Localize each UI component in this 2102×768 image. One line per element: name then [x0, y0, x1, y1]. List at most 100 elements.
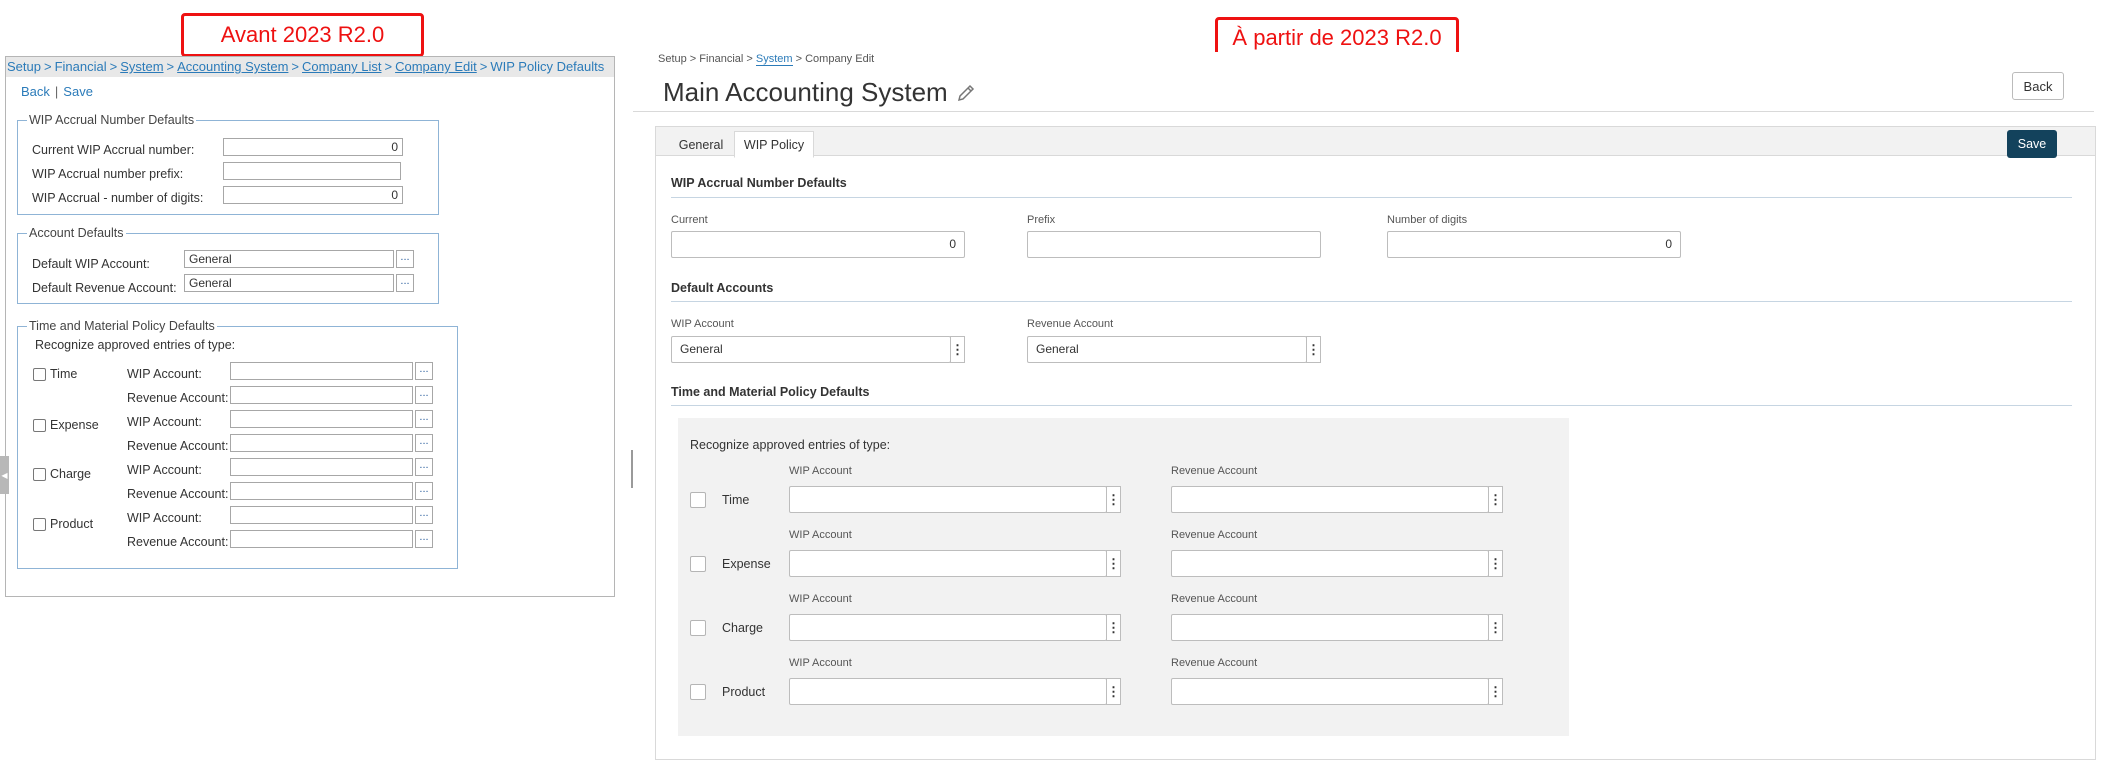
time-checkbox[interactable] [33, 368, 46, 381]
charge-revenue-input[interactable] [230, 482, 413, 500]
wip-account-more-icon[interactable]: ⋮ [950, 336, 965, 363]
time-revenue-lookup-button[interactable]: ... [415, 386, 433, 404]
time-revenue-select[interactable] [1171, 486, 1489, 513]
default-accounts-section-title: Default Accounts [671, 281, 774, 295]
charge-wip-input[interactable] [230, 458, 413, 476]
breadcrumb-company-edit[interactable]: Company Edit [395, 59, 477, 74]
expense-revenue-select[interactable] [1171, 550, 1489, 577]
charge-label: Charge [722, 621, 763, 635]
expense-wip-lookup-button[interactable]: ... [415, 410, 433, 428]
product-revenue-select[interactable] [1171, 678, 1489, 705]
charge-wip-label: WIP Account [789, 593, 852, 605]
charge-revenue-select[interactable] [1171, 614, 1489, 641]
charge-wip-more-icon[interactable]: ⋮ [1106, 614, 1121, 641]
digits-label: Number of digits [1387, 214, 1468, 226]
product-wip-more-icon[interactable]: ⋮ [1106, 678, 1121, 705]
product-revenue-more-icon[interactable]: ⋮ [1488, 678, 1503, 705]
back-button[interactable]: Back [2012, 72, 2064, 100]
wip-prefix-input[interactable] [223, 162, 401, 180]
back-link[interactable]: Back [21, 84, 50, 99]
time-wip-select[interactable] [789, 486, 1107, 513]
charge-wip-lookup-button[interactable]: ... [415, 458, 433, 476]
default-revenue-account-lookup-button[interactable]: ... [396, 274, 414, 292]
product-revenue-input[interactable] [230, 530, 413, 548]
expense-wip-label: WIP Account: [127, 415, 202, 429]
wip-accrual-fieldset: WIP Accrual Number Defaults Current WIP … [17, 113, 439, 215]
expense-wip-more-icon[interactable]: ⋮ [1106, 550, 1121, 577]
expense-revenue-label: Revenue Account: [127, 439, 229, 453]
time-label: Time [722, 493, 750, 507]
recognize-label: Recognize approved entries of type: [690, 438, 891, 452]
default-revenue-account-label: Default Revenue Account: [32, 281, 177, 295]
left-collapse-handle[interactable]: ◀ [0, 456, 9, 494]
revenue-account-more-icon[interactable]: ⋮ [1306, 336, 1321, 363]
prefix-input[interactable] [1027, 231, 1321, 258]
tab-wip-policy[interactable]: WIP Policy [734, 131, 814, 158]
breadcrumb-system[interactable]: System [755, 53, 793, 66]
charge-wip-select[interactable] [789, 614, 1107, 641]
breadcrumb-financial[interactable]: Financial [55, 59, 107, 74]
expense-revenue-more-icon[interactable]: ⋮ [1488, 550, 1503, 577]
tm-policy-section-rule [671, 405, 2072, 406]
time-checkbox[interactable] [690, 492, 706, 508]
header-divider [633, 111, 2094, 112]
wip-accrual-legend: WIP Accrual Number Defaults [27, 113, 197, 127]
breadcrumb-setup[interactable]: Setup [7, 59, 41, 74]
breadcrumb-company-list[interactable]: Company List [302, 59, 381, 74]
default-revenue-account-input[interactable]: General [184, 274, 394, 292]
time-wip-input[interactable] [230, 362, 413, 380]
charge-checkbox[interactable] [690, 620, 706, 636]
expense-revenue-input[interactable] [230, 434, 413, 452]
product-wip-lookup-button[interactable]: ... [415, 506, 433, 524]
charge-checkbox[interactable] [33, 468, 46, 481]
current-wip-input[interactable]: 0 [223, 138, 403, 156]
expense-revenue-lookup-button[interactable]: ... [415, 434, 433, 452]
wip-account-select[interactable]: General [671, 336, 951, 363]
wip-digits-label: WIP Accrual - number of digits: [32, 191, 204, 205]
wip-prefix-label: WIP Accrual number prefix: [32, 167, 184, 181]
revenue-account-select[interactable]: General [1027, 336, 1307, 363]
time-revenue-input[interactable] [230, 386, 413, 404]
breadcrumb-financial[interactable]: Financial [699, 53, 743, 65]
breadcrumb: Setup > Financial > System > Accounting System… [6, 57, 614, 77]
expense-wip-input[interactable] [230, 410, 413, 428]
default-wip-account-input[interactable]: General [184, 250, 394, 268]
tab-general[interactable]: General [670, 131, 732, 158]
product-checkbox[interactable] [690, 684, 706, 700]
current-input[interactable]: 0 [671, 231, 965, 258]
wip-account-label: WIP Account [671, 318, 734, 330]
product-wip-input[interactable] [230, 506, 413, 524]
expense-checkbox[interactable] [33, 419, 46, 432]
time-wip-more-icon[interactable]: ⋮ [1106, 486, 1121, 513]
save-link[interactable]: Save [63, 84, 93, 99]
breadcrumb-setup[interactable]: Setup [658, 53, 687, 65]
current-label: Current [671, 214, 708, 226]
charge-label: Charge [50, 467, 91, 481]
charge-revenue-more-icon[interactable]: ⋮ [1488, 614, 1503, 641]
expense-label: Expense [50, 418, 99, 432]
time-wip-lookup-button[interactable]: ... [415, 362, 433, 380]
save-button[interactable]: Save [2007, 130, 2057, 158]
default-wip-account-label: Default WIP Account: [32, 257, 150, 271]
expense-label: Expense [722, 557, 771, 571]
expense-checkbox[interactable] [690, 556, 706, 572]
wip-accrual-section-rule [671, 197, 2072, 198]
product-checkbox[interactable] [33, 518, 46, 531]
pencil-icon[interactable] [955, 82, 977, 104]
tm-policy-box: Recognize approved entries of type: WIP … [678, 418, 1569, 736]
page-title: Main Accounting System [663, 77, 948, 107]
new-ui-panel: Setup > Financial > System > Company Edi… [633, 52, 2102, 760]
product-wip-label: WIP Account [789, 657, 852, 669]
charge-revenue-lookup-button[interactable]: ... [415, 482, 433, 500]
old-actions: Back | Save [21, 84, 93, 99]
breadcrumb-accounting-system[interactable]: Accounting System [177, 59, 288, 74]
product-wip-select[interactable] [789, 678, 1107, 705]
digits-input[interactable]: 0 [1387, 231, 1681, 258]
time-revenue-more-icon[interactable]: ⋮ [1488, 486, 1503, 513]
wip-digits-input[interactable]: 0 [223, 186, 403, 204]
default-wip-account-lookup-button[interactable]: ... [396, 250, 414, 268]
product-revenue-lookup-button[interactable]: ... [415, 530, 433, 548]
revenue-account-label: Revenue Account [1027, 318, 1114, 330]
expense-wip-select[interactable] [789, 550, 1107, 577]
breadcrumb-system[interactable]: System [120, 59, 163, 74]
